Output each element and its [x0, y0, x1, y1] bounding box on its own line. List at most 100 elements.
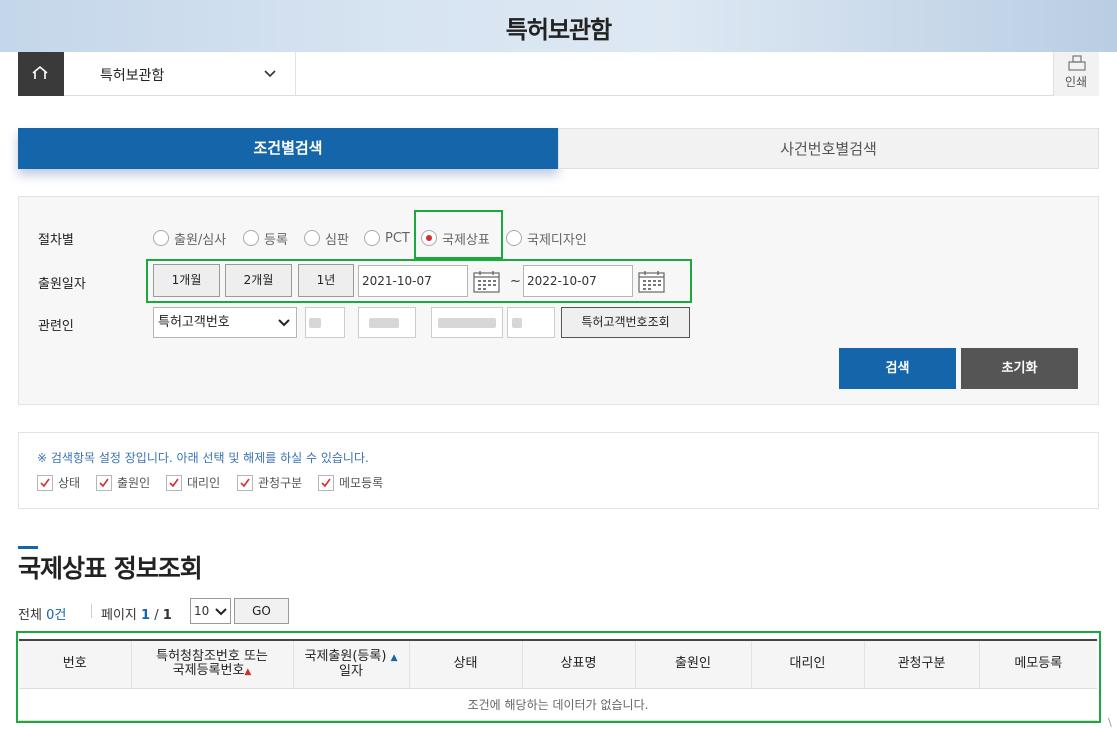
checkbox-box [166, 474, 182, 491]
page-size-value: 10 [194, 604, 210, 618]
total-count: 전체 0건 [18, 604, 66, 623]
highlight-box-trademark [414, 210, 503, 259]
customer-number-field-1[interactable] [305, 307, 345, 338]
customer-number-field-3[interactable] [431, 307, 503, 338]
empty-message: 조건에 해당하는 데이터가 없습니다. [19, 688, 1097, 721]
procedure-label: 절차별 [38, 233, 74, 248]
customer-number-field-2[interactable] [358, 307, 416, 338]
results-table: 번호 특허청참조번호 또는 국제등록번호▲ 국제출원(등록) ▲ 일자 상태 상표명… [19, 639, 1097, 721]
column-header-agent: 대리인 [751, 639, 865, 689]
checkbox-memo[interactable]: 메모등록 [318, 474, 383, 491]
date-to-input[interactable]: 2022-10-07 [523, 265, 633, 297]
radio-international-design[interactable]: 국제디자인 [506, 229, 587, 248]
tab-case-number-search[interactable]: 사건번호별검색 [558, 128, 1099, 169]
column-header-office: 관청구분 [864, 639, 980, 689]
checkbox-label: 메모등록 [339, 476, 384, 490]
period-2month-button[interactable]: 2개월 [225, 264, 292, 297]
column-header-date-line2: 일자 [339, 663, 363, 679]
checkbox-box [318, 474, 334, 491]
radio-circle [153, 230, 169, 246]
calendar-icon[interactable] [638, 270, 665, 293]
radio-label: PCT [385, 230, 410, 246]
settings-note: ※ 검색항목 설정 장입니다. 아래 선택 및 해제를 하실 수 있습니다. [37, 451, 369, 465]
radio-pct[interactable]: PCT [364, 229, 410, 247]
related-person-label: 관련인 [38, 319, 74, 334]
results-title: 국제상표 정보조회 [18, 554, 203, 583]
table-header-row: 번호 특허청참조번호 또는 국제등록번호▲ 국제출원(등록) ▲ 일자 상태 상표명… [19, 639, 1097, 689]
related-type-select[interactable]: 특허고객번호 [153, 307, 297, 338]
radio-circle [364, 230, 380, 246]
radio-label: 심판 [325, 232, 349, 248]
menu-dropdown-label: 특허보관함 [100, 68, 165, 84]
reset-button[interactable]: 초기화 [961, 348, 1078, 389]
radio-circle [304, 230, 320, 246]
column-header-status: 상태 [409, 639, 523, 689]
column-header-reference-line1: 특허청참조번호 또는 [156, 648, 268, 664]
go-button[interactable]: GO [234, 598, 289, 624]
column-header-reference[interactable]: 특허청참조번호 또는 국제등록번호▲ [131, 639, 294, 689]
checkbox-label: 출원인 [117, 476, 151, 490]
checkbox-box [96, 474, 112, 491]
page-separator: / [154, 608, 159, 623]
column-header-date-line1: 국제출원(등록) [304, 648, 387, 664]
radio-registration[interactable]: 등록 [243, 229, 288, 248]
print-button[interactable]: 인쇄 [1053, 52, 1099, 96]
column-header-applicant: 출원인 [635, 639, 752, 689]
menu-dropdown[interactable]: 특허보관함 [64, 52, 296, 96]
location-navbar: 특허보관함 인쇄 [18, 52, 1099, 96]
related-type-select-value: 특허고객번호 [158, 315, 230, 330]
checkbox-applicant[interactable]: 출원인 [96, 474, 150, 491]
column-header-memo: 메모등록 [979, 639, 1097, 689]
total-label: 전체 [18, 608, 42, 623]
customer-number-lookup-button[interactable]: 특허고객번호조회 [561, 307, 690, 338]
masked-value [369, 318, 399, 328]
radio-circle [243, 230, 259, 246]
divider [91, 604, 92, 618]
radio-label: 국제디자인 [527, 232, 587, 248]
radio-label: 등록 [264, 232, 288, 248]
checkbox-status[interactable]: 상태 [37, 474, 80, 491]
chevron-down-icon [215, 608, 227, 616]
sort-indicator-icon: ▲ [244, 666, 252, 677]
resize-handle-icon: \ [1108, 716, 1112, 729]
tab-condition-search[interactable]: 조건별검색 [18, 128, 558, 169]
date-from-input[interactable]: 2021-10-07 [358, 265, 468, 297]
date-range-separator: ~ [510, 274, 521, 289]
column-settings-panel [18, 432, 1099, 509]
application-date-label: 출원일자 [38, 277, 86, 292]
checkbox-box [237, 474, 253, 491]
column-header-date[interactable]: 국제출원(등록) ▲ 일자 [293, 639, 410, 689]
checkbox-office[interactable]: 관청구분 [237, 474, 302, 491]
column-header-mark-name: 상표명 [522, 639, 636, 689]
checkmark-icon [40, 478, 50, 487]
radio-label: 출원/심사 [174, 232, 227, 248]
period-1year-button[interactable]: 1년 [298, 264, 354, 297]
chevron-down-icon [278, 319, 290, 327]
column-header-reference-line2: 국제등록번호 [172, 662, 245, 678]
chevron-down-icon [264, 70, 276, 78]
page-size-select[interactable]: 10 [190, 598, 231, 624]
table-row: 조건에 해당하는 데이터가 없습니다. [19, 688, 1097, 721]
page-indicator: 페이지 1 / 1 [101, 604, 172, 623]
masked-value [512, 318, 522, 328]
printer-icon [1068, 55, 1086, 71]
period-1month-button[interactable]: 1개월 [153, 264, 220, 297]
search-button[interactable]: 검색 [839, 348, 956, 389]
masked-value [438, 318, 496, 328]
column-header-number: 번호 [19, 639, 132, 689]
home-icon [32, 65, 48, 79]
page-total: 1 [162, 608, 172, 623]
radio-trial[interactable]: 심판 [304, 229, 349, 248]
page-current: 1 [141, 608, 151, 623]
radio-application-exam[interactable]: 출원/심사 [153, 229, 227, 248]
checkbox-label: 상태 [58, 476, 81, 490]
checkmark-icon [169, 478, 179, 487]
checkbox-agent[interactable]: 대리인 [166, 474, 220, 491]
print-label: 인쇄 [1065, 75, 1088, 89]
calendar-icon[interactable] [473, 270, 500, 293]
checkmark-icon [99, 478, 109, 487]
radio-circle [506, 230, 522, 246]
page-banner: 특허보관함 [0, 0, 1117, 52]
home-button[interactable] [18, 52, 64, 96]
customer-number-field-4[interactable] [507, 307, 555, 338]
